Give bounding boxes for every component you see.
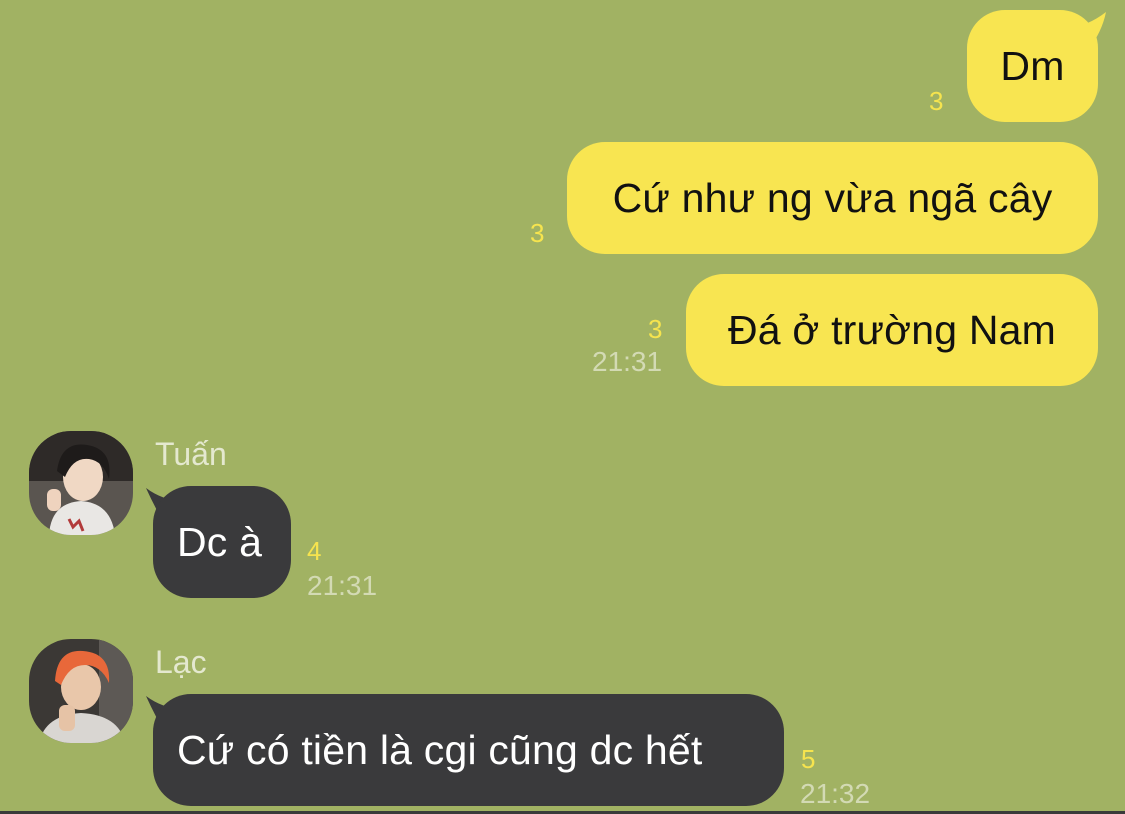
- read-count: 3: [648, 314, 663, 344]
- sender-name: Lạc: [155, 644, 207, 680]
- avatar-photo-icon: [29, 431, 133, 535]
- avatar-tuan[interactable]: [29, 431, 133, 535]
- message-bubble[interactable]: Dm: [967, 10, 1098, 122]
- avatar-photo-icon: [29, 639, 133, 743]
- read-count: 3: [929, 86, 944, 116]
- message-bubble[interactable]: Đá ở trường Nam: [686, 274, 1098, 386]
- message-time: 21:31: [592, 346, 663, 377]
- message-bubble[interactable]: Cứ như ng vừa ngã cây: [567, 142, 1098, 254]
- message-bubble[interactable]: Cứ có tiền là cgi cũng dc hết: [153, 694, 784, 806]
- sender-name: Tuấn: [155, 436, 227, 472]
- message-time: 21:31: [307, 570, 378, 601]
- read-count: 5: [801, 744, 816, 774]
- read-count: 3: [530, 218, 545, 248]
- message-time: 21:32: [800, 778, 871, 809]
- message-bubble[interactable]: Dc à: [153, 486, 291, 598]
- read-count: 4: [307, 536, 322, 566]
- avatar-lac[interactable]: [29, 639, 133, 743]
